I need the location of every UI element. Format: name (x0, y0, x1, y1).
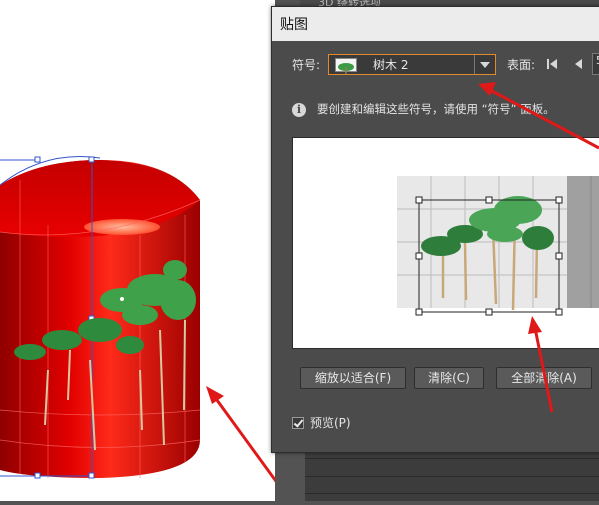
preview-checkbox-label[interactable]: 预览(P) (310, 414, 351, 431)
dialog-titlebar[interactable]: 贴图 (272, 7, 599, 41)
artboard-canvas[interactable] (0, 0, 280, 501)
surface-label: 表面: (507, 58, 536, 72)
tree-thumbnail-icon (335, 58, 357, 74)
first-surface-icon[interactable] (545, 57, 559, 71)
clear-button[interactable]: 清除(C) (414, 367, 484, 389)
symbol-dropdown[interactable]: 树木 2 (328, 54, 496, 75)
clear-all-button[interactable]: 全部清除(A) (496, 367, 592, 389)
surface-number-field[interactable]: 5 (592, 53, 599, 75)
preview-checkbox[interactable] (292, 417, 304, 429)
dialog-body: 符号: 树木 2 表面: 5 i 要创建和编辑这些符号，请使用 “符号” 面板。 (276, 41, 599, 447)
map-art-dialog: 贴图 符号: 树木 2 表面: 5 i 要创建和编辑这些符号，请使用 “符号” … (271, 6, 599, 453)
annotation-arrow-left (206, 386, 280, 485)
symbol-value: 树木 2 (373, 58, 409, 72)
info-text: 要创建和编辑这些符号，请使用 “符号” 面板。 (317, 102, 555, 116)
dialog-title: 贴图 (280, 17, 308, 33)
chevron-down-icon[interactable] (474, 55, 495, 74)
info-icon: i (292, 103, 306, 117)
cylinder-highlight (84, 219, 160, 235)
cylinder-artwork[interactable] (0, 0, 280, 501)
previous-surface-icon[interactable] (572, 57, 586, 71)
symbol-label: 符号: (292, 58, 321, 72)
symbol-preview-area[interactable] (292, 137, 599, 349)
fit-to-size-button[interactable]: 缩放以适合(F) (300, 367, 406, 389)
background-panel (305, 448, 599, 501)
